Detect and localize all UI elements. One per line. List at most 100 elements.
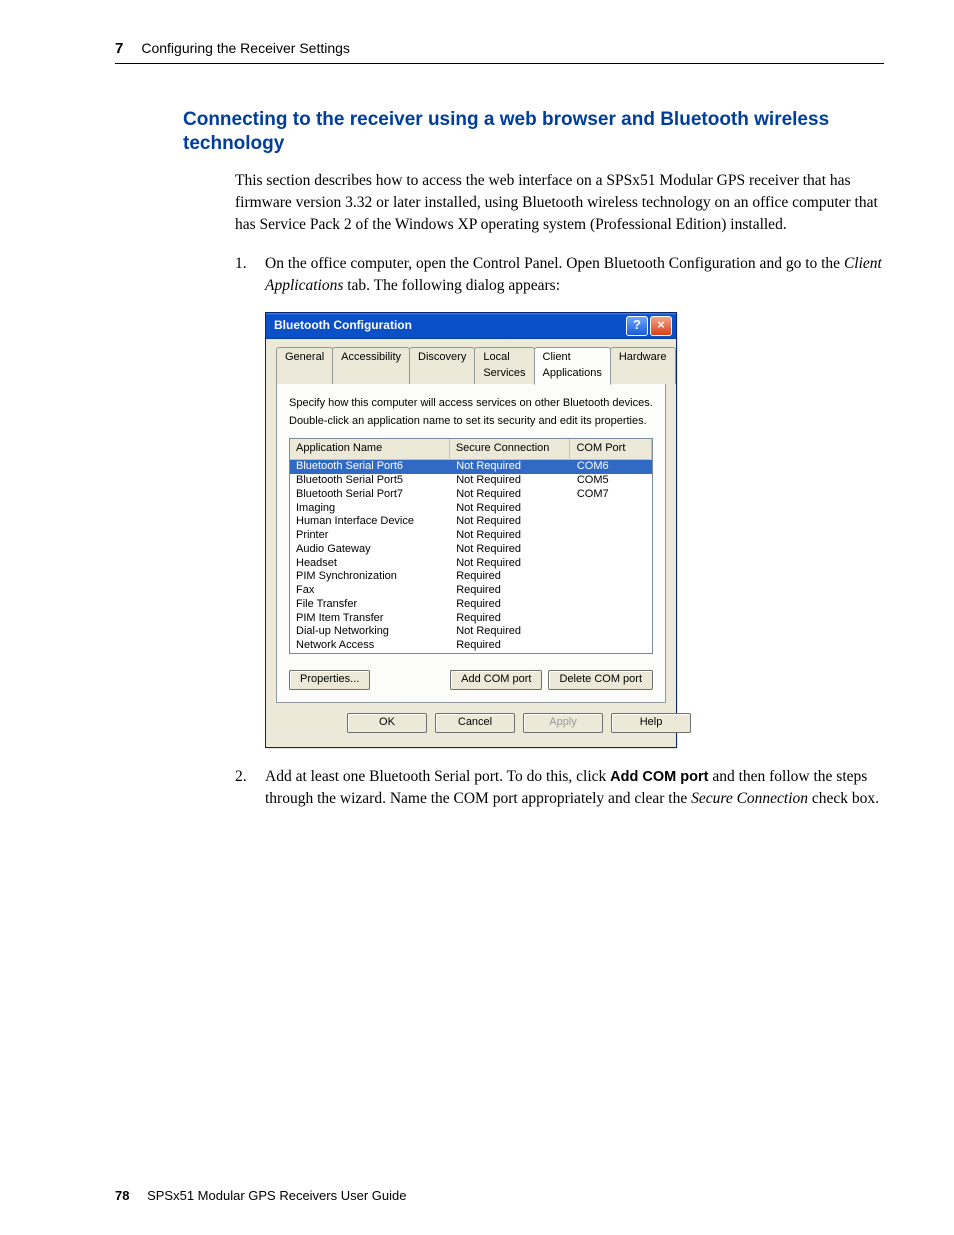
cell-com: COM5	[571, 474, 652, 488]
tab-discovery[interactable]: Discovery	[409, 347, 475, 384]
cell-secure: Not Required	[450, 474, 571, 488]
step2-text-b: Add COM port	[610, 769, 708, 785]
table-row[interactable]: PrinterNot Required	[290, 529, 652, 543]
dialog-title: Bluetooth Configuration	[274, 317, 624, 334]
page-header: 7 Configuring the Receiver Settings	[115, 40, 884, 64]
step1-text-a: On the office computer, open the Control…	[265, 255, 844, 272]
panel-text-2: Double-click an application name to set …	[289, 414, 653, 428]
tab-general[interactable]: General	[276, 347, 333, 384]
doc-title: SPSx51 Modular GPS Receivers User Guide	[147, 1188, 406, 1203]
table-row[interactable]: Bluetooth Serial Port5Not RequiredCOM5	[290, 474, 652, 488]
step2-text-e: check box.	[808, 790, 879, 807]
cell-app-name: Headset	[290, 557, 450, 571]
page-footer: 78 SPSx51 Modular GPS Receivers User Gui…	[115, 1188, 406, 1203]
cell-secure: Not Required	[450, 502, 571, 516]
cell-secure: Not Required	[450, 488, 571, 502]
ok-button[interactable]: OK	[347, 713, 427, 733]
table-row[interactable]: HeadsetNot Required	[290, 557, 652, 571]
cell-com	[571, 584, 652, 598]
cell-app-name: Bluetooth Serial Port5	[290, 474, 450, 488]
page-number: 78	[115, 1188, 129, 1203]
cell-secure: Not Required	[450, 529, 571, 543]
add-com-port-button[interactable]: Add COM port	[450, 670, 542, 690]
cell-secure: Not Required	[450, 625, 571, 639]
cell-com	[571, 502, 652, 516]
cell-secure: Required	[450, 584, 571, 598]
cell-secure: Not Required	[450, 543, 571, 557]
table-header: Application Name Secure Connection COM P…	[290, 439, 652, 460]
table-row[interactable]: Network AccessRequired	[290, 639, 652, 653]
step1-text-c: tab. The following dialog appears:	[343, 277, 560, 294]
cell-app-name: Imaging	[290, 502, 450, 516]
cell-secure: Not Required	[450, 557, 571, 571]
cell-secure: Not Required	[450, 460, 571, 474]
col-secure[interactable]: Secure Connection	[450, 439, 571, 459]
panel-text-1: Specify how this computer will access se…	[289, 396, 653, 410]
table-row[interactable]: Audio GatewayNot Required	[290, 543, 652, 557]
cell-secure: Required	[450, 598, 571, 612]
delete-com-port-button[interactable]: Delete COM port	[548, 670, 653, 690]
tab-local-services[interactable]: Local Services	[474, 347, 534, 384]
dialog-titlebar[interactable]: Bluetooth Configuration ? ×	[266, 313, 676, 339]
table-row[interactable]: ImagingNot Required	[290, 502, 652, 516]
step2-text-d: Secure Connection	[691, 790, 808, 807]
cell-com	[571, 598, 652, 612]
tab-hardware[interactable]: Hardware	[610, 347, 676, 384]
cell-com	[571, 612, 652, 626]
cell-app-name: Dial-up Networking	[290, 625, 450, 639]
section-heading: Connecting to the receiver using a web b…	[183, 108, 884, 156]
cell-secure: Not Required	[450, 515, 571, 529]
tab-accessibility[interactable]: Accessibility	[332, 347, 410, 384]
chapter-number: 7	[115, 40, 123, 57]
cancel-button[interactable]: Cancel	[435, 713, 515, 733]
properties-button[interactable]: Properties...	[289, 670, 370, 690]
cell-app-name: Bluetooth Serial Port6	[290, 460, 450, 474]
applications-table: Application Name Secure Connection COM P…	[289, 438, 653, 653]
step2-text-a: Add at least one Bluetooth Serial port. …	[265, 768, 610, 785]
step-1: On the office computer, open the Control…	[235, 253, 884, 748]
col-com[interactable]: COM Port	[570, 439, 652, 459]
cell-com: COM7	[571, 488, 652, 502]
table-row[interactable]: Bluetooth Serial Port7Not RequiredCOM7	[290, 488, 652, 502]
tab-panel: Specify how this computer will access se…	[276, 383, 666, 703]
cell-app-name: Human Interface Device	[290, 515, 450, 529]
apply-button[interactable]: Apply	[523, 713, 603, 733]
tab-client-applications[interactable]: Client Applications	[534, 347, 611, 385]
bluetooth-config-dialog: Bluetooth Configuration ? × General Acce…	[265, 312, 677, 748]
cell-com	[571, 529, 652, 543]
dialog-bottom-buttons: OK Cancel Apply Help	[276, 703, 666, 737]
cell-secure: Required	[450, 639, 571, 653]
cell-secure: Required	[450, 570, 571, 584]
table-row[interactable]: Human Interface DeviceNot Required	[290, 515, 652, 529]
tab-strip: General Accessibility Discovery Local Se…	[276, 347, 666, 384]
cell-app-name: PIM Synchronization	[290, 570, 450, 584]
cell-com: COM6	[571, 460, 652, 474]
cell-com	[571, 557, 652, 571]
step-2: Add at least one Bluetooth Serial port. …	[235, 766, 884, 811]
intro-paragraph: This section describes how to access the…	[235, 170, 884, 237]
table-row[interactable]: FaxRequired	[290, 584, 652, 598]
cell-com	[571, 625, 652, 639]
table-row[interactable]: File TransferRequired	[290, 598, 652, 612]
cell-com	[571, 543, 652, 557]
cell-app-name: Bluetooth Serial Port7	[290, 488, 450, 502]
help-icon[interactable]: ?	[626, 316, 648, 336]
close-icon[interactable]: ×	[650, 316, 672, 336]
cell-app-name: Printer	[290, 529, 450, 543]
cell-app-name: Fax	[290, 584, 450, 598]
cell-secure: Required	[450, 612, 571, 626]
table-row[interactable]: Bluetooth Serial Port6Not RequiredCOM6	[290, 460, 652, 474]
help-button[interactable]: Help	[611, 713, 691, 733]
cell-com	[571, 515, 652, 529]
cell-app-name: PIM Item Transfer	[290, 612, 450, 626]
col-app-name[interactable]: Application Name	[290, 439, 450, 459]
cell-app-name: File Transfer	[290, 598, 450, 612]
table-row[interactable]: PIM SynchronizationRequired	[290, 570, 652, 584]
cell-app-name: Audio Gateway	[290, 543, 450, 557]
table-row[interactable]: PIM Item TransferRequired	[290, 612, 652, 626]
cell-app-name: Network Access	[290, 639, 450, 653]
cell-com	[571, 570, 652, 584]
chapter-title: Configuring the Receiver Settings	[141, 40, 350, 56]
cell-com	[571, 639, 652, 653]
table-row[interactable]: Dial-up NetworkingNot Required	[290, 625, 652, 639]
